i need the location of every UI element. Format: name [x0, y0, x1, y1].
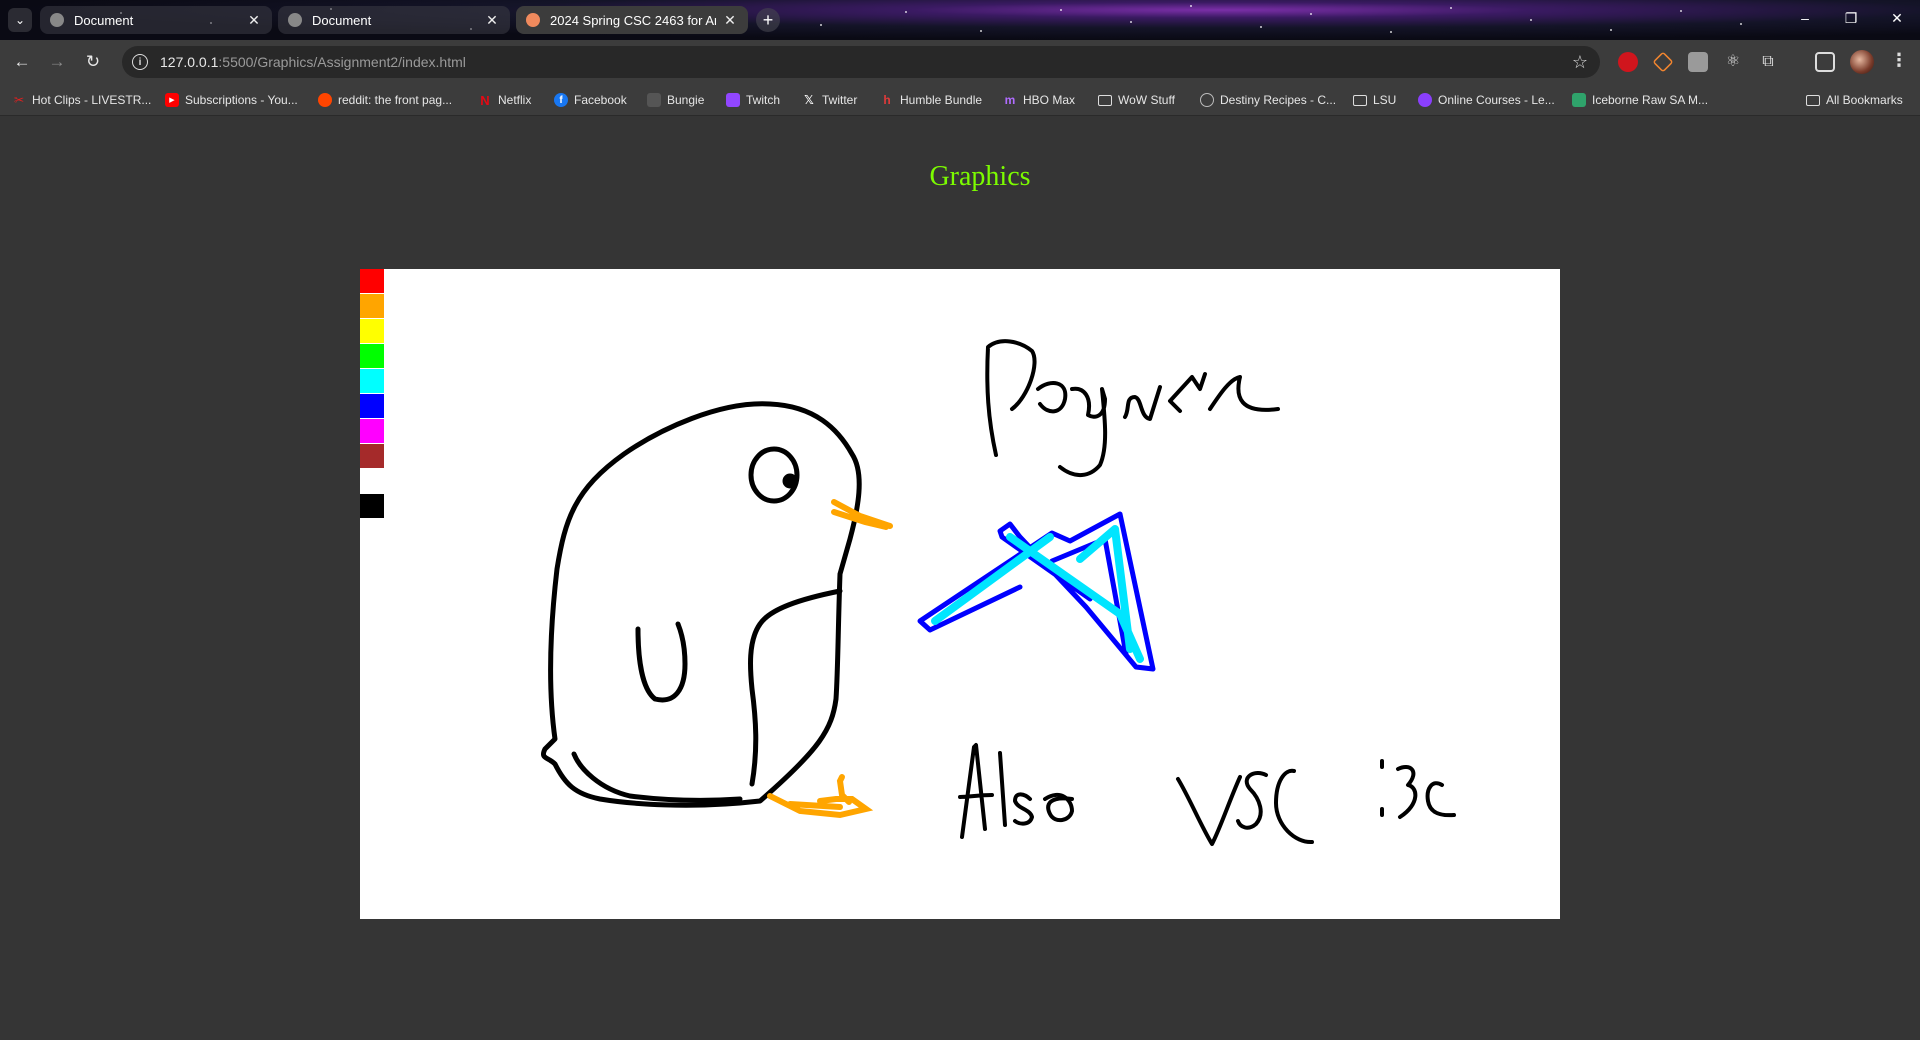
profile-avatar[interactable]: [1850, 50, 1874, 74]
bookmark-facebook[interactable]: f Facebook: [554, 90, 627, 110]
react-devtools-icon[interactable]: ⚛: [1723, 52, 1743, 72]
folder-icon: [1806, 94, 1820, 106]
bookmark-humble-bundle[interactable]: h Humble Bundle: [880, 90, 982, 110]
course-favicon-icon: [526, 13, 540, 27]
handwriting-word-colon-3c: [1380, 759, 1456, 819]
bookmark-label: Iceborne Raw SA M...: [1592, 93, 1709, 107]
bookmark-label: All Bookmarks: [1826, 93, 1903, 107]
penguin-beak: [831, 499, 893, 530]
iceborne-icon: [1572, 93, 1586, 107]
bookmark-hbo-max[interactable]: m HBO Max: [1003, 90, 1075, 110]
bookmark-twitter[interactable]: 𝕏 Twitter: [802, 90, 857, 110]
browser-menu-icon[interactable]: ⋮: [1890, 50, 1908, 71]
tab-title: 2024 Spring CSC 2463 for Andr: [550, 12, 716, 28]
penguin-base-line: [571, 751, 743, 803]
close-icon[interactable]: ✕: [246, 12, 262, 29]
bookmark-destiny-recipes[interactable]: Destiny Recipes - C...: [1200, 90, 1336, 110]
bookmark-online-courses[interactable]: Online Courses - Le...: [1418, 90, 1555, 110]
close-icon[interactable]: ✕: [484, 12, 500, 29]
side-panel-icon[interactable]: [1815, 52, 1835, 72]
drawing-strokes: [540, 339, 1456, 846]
page-content: Graphics: [0, 117, 1920, 1040]
globe-icon: [288, 13, 302, 27]
youtube-icon: ▶: [165, 93, 179, 107]
humble-icon: h: [883, 93, 891, 107]
folder-icon: [1098, 94, 1112, 106]
close-icon[interactable]: ✕: [722, 12, 738, 29]
close-window-icon[interactable]: ✕: [1887, 10, 1907, 27]
tab-csc-2463[interactable]: 2024 Spring CSC 2463 for Andr ✕: [516, 6, 748, 34]
bookmark-lsu[interactable]: LSU: [1353, 90, 1396, 110]
bookmark-label: Twitter: [822, 93, 858, 107]
netflix-icon: N: [480, 92, 490, 108]
bookmark-label: Netflix: [498, 93, 532, 107]
x-icon: 𝕏: [804, 93, 814, 107]
folder-icon: [1353, 94, 1367, 106]
url-path: :5500/Graphics/Assignment2/index.html: [218, 54, 466, 70]
bookmark-label: HBO Max: [1023, 93, 1076, 107]
address-bar[interactable]: i 127.0.0.1 :5500/Graphics/Assignment2/i…: [122, 46, 1600, 78]
tab-document-1[interactable]: Document ✕: [40, 6, 272, 34]
handwriting-word-vsc: [1176, 768, 1314, 846]
back-arrow-icon[interactable]: ←: [12, 52, 32, 72]
bookmark-bungie[interactable]: Bungie: [647, 90, 704, 110]
minimize-icon[interactable]: –: [1795, 10, 1815, 26]
reload-icon[interactable]: ↻: [83, 52, 103, 72]
hot-clips-icon: ✂: [13, 93, 25, 107]
bookmark-iceborne[interactable]: Iceborne Raw SA M...: [1572, 90, 1708, 110]
tab-search-button[interactable]: ⌄: [8, 8, 32, 32]
bookmark-label: Twitch: [746, 93, 781, 107]
bookmark-youtube[interactable]: ▶ Subscriptions - You...: [165, 90, 298, 110]
forward-arrow-icon[interactable]: →: [47, 52, 67, 72]
restore-icon[interactable]: ❐: [1841, 10, 1861, 27]
browser-title-bar: ⌄ Document ✕ Document ✕ 2024 Spring CSC …: [0, 0, 1920, 40]
handwriting-word-also: [958, 743, 1074, 839]
bookmarks-bar: ✂ Hot Clips - LIVESTR... ▶ Subscriptions…: [0, 84, 1920, 116]
tab-title: Document: [312, 12, 372, 28]
new-tab-button[interactable]: +: [756, 8, 780, 32]
bookmark-reddit[interactable]: reddit: the front pag...: [318, 90, 452, 110]
extensions-puzzle-icon[interactable]: ⧉: [1758, 52, 1778, 72]
bookmark-label: Subscriptions - You...: [185, 93, 298, 107]
page-heading: Graphics: [929, 161, 1031, 192]
drawing-canvas[interactable]: [360, 269, 1560, 919]
bookmark-label: WoW Stuff: [1118, 93, 1175, 107]
courses-icon: [1418, 93, 1432, 107]
penguin-foot: [767, 774, 874, 819]
bookmark-all-bookmarks[interactable]: All Bookmarks: [1806, 90, 1903, 110]
bookmark-label: reddit: the front pag...: [338, 93, 453, 107]
handwriting-word-poguin: [985, 339, 1280, 477]
bookmark-label: Hot Clips - LIVESTR...: [32, 93, 152, 107]
url-host: 127.0.0.1: [160, 54, 219, 70]
bookmark-label: Facebook: [574, 93, 627, 107]
tab-document-2[interactable]: Document ✕: [278, 6, 510, 34]
reddit-icon: [318, 93, 332, 107]
globe-icon: [50, 13, 64, 27]
bookmark-label: Bungie: [667, 93, 705, 107]
bookmark-wow-stuff[interactable]: WoW Stuff: [1098, 90, 1175, 110]
bookmark-netflix[interactable]: N Netflix: [478, 90, 531, 110]
bookmark-label: Humble Bundle: [900, 93, 983, 107]
extension-grey-icon[interactable]: [1688, 52, 1708, 72]
penguin-belly-outline: [748, 588, 843, 787]
extension-red-icon[interactable]: [1618, 52, 1638, 72]
twitch-icon: [726, 93, 740, 107]
globe-icon: [1200, 93, 1214, 107]
penguin-flipper: [635, 621, 688, 703]
bookmark-star-icon[interactable]: ☆: [1572, 52, 1588, 73]
bookmark-label: Destiny Recipes - C...: [1220, 93, 1337, 107]
site-info-icon[interactable]: i: [132, 54, 148, 70]
bungie-icon: [647, 93, 661, 107]
penguin-pupil: [782, 473, 798, 489]
bookmark-hot-clips[interactable]: ✂ Hot Clips - LIVESTR...: [12, 90, 151, 110]
bookmark-label: LSU: [1373, 93, 1397, 107]
bookmark-twitch[interactable]: Twitch: [726, 90, 780, 110]
facebook-icon: f: [554, 93, 568, 107]
tab-title: Document: [74, 12, 134, 28]
penguin-body-outline: [540, 401, 862, 808]
hbo-max-icon: m: [1004, 93, 1016, 107]
bookmark-label: Online Courses - Le...: [1438, 93, 1555, 107]
